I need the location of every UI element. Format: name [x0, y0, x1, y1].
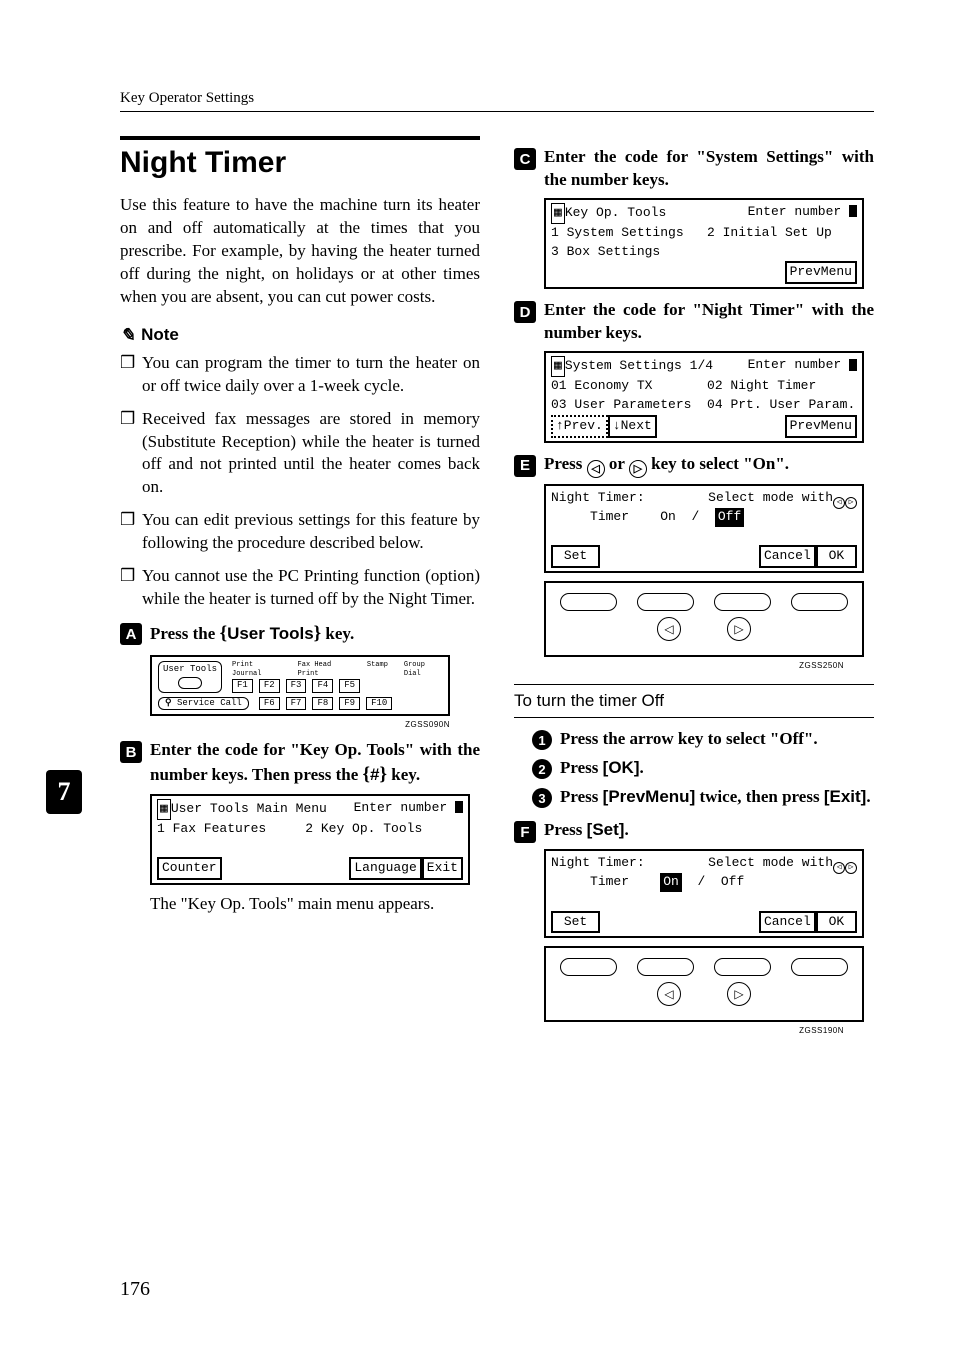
step-number-icon: F — [514, 821, 536, 843]
step-3: C Enter the code for "System Settings" w… — [514, 146, 874, 192]
chapter-tab: 7 — [46, 770, 82, 814]
step-4: D Enter the code for "Night Timer" with … — [514, 299, 874, 345]
note-list: You can program the timer to turn the he… — [120, 352, 480, 611]
intro-paragraph: Use this feature to have the machine tur… — [120, 194, 480, 309]
substep-2: 2 Press [OK]. — [532, 757, 874, 780]
page-number: 176 — [120, 1278, 150, 1301]
step-text: Press ◁ or ▷ key to select "On". — [544, 453, 874, 478]
illustration-code: ZGSS090N — [120, 720, 450, 729]
left-arrow-icon: ◁ — [587, 460, 605, 478]
note-item: Received fax messages are stored in memo… — [120, 408, 480, 500]
substep-number-icon: 2 — [532, 759, 552, 779]
section-title: Night Timer — [120, 136, 480, 180]
left-arrow-icon: ◁ — [657, 982, 681, 1006]
note-item: You can edit previous settings for this … — [120, 509, 480, 555]
right-arrow-icon: ▷ — [629, 460, 647, 478]
page-header: Key Operator Settings — [120, 90, 874, 112]
note-item: You cannot use the PC Printing function … — [120, 565, 480, 611]
right-column: C Enter the code for "System Settings" w… — [514, 136, 874, 1045]
substep-text: Press [PrevMenu] twice, then press [Exit… — [560, 786, 874, 809]
step-6: F Press [Set]. — [514, 819, 874, 843]
arrow-keypad-illustration: ◁▷ — [544, 946, 864, 1022]
substep-text: Press [OK]. — [560, 757, 874, 780]
step-text: Enter the code for "Key Op. Tools" with … — [150, 739, 480, 788]
pencil-icon: ✎ — [120, 325, 135, 346]
sub-heading: To turn the timer Off — [514, 684, 874, 718]
step-1: A Press the {User Tools} key. — [120, 621, 480, 647]
illustration-code: ZGSS250N — [514, 661, 844, 670]
step-number-icon: D — [514, 301, 536, 323]
lcd-screen-night-timer-off: Night Timer:Select mode with◁▷ Timer On … — [544, 484, 864, 573]
step-text: Enter the code for "System Settings" wit… — [544, 146, 874, 192]
substep-text: Press the arrow key to select "Off". — [560, 728, 874, 751]
illustration-code: ZGSS190N — [514, 1026, 844, 1035]
substep-3: 3 Press [PrevMenu] twice, then press [Ex… — [532, 786, 874, 809]
substep-number-icon: 1 — [532, 730, 552, 750]
arrow-keypad-illustration: ◁▷ — [544, 581, 864, 657]
step-number-icon: B — [120, 741, 142, 763]
result-text: The "Key Op. Tools" main menu appears. — [150, 893, 480, 916]
step-text: Enter the code for "Night Timer" with th… — [544, 299, 874, 345]
step-2: B Enter the code for "Key Op. Tools" wit… — [120, 739, 480, 788]
lcd-screen-user-tools-main: ▦User Tools Main MenuEnter number 1 Fax … — [150, 794, 470, 885]
lcd-screen-night-timer-on: Night Timer:Select mode with◁▷ Timer On … — [544, 849, 864, 938]
note-item: You can program the timer to turn the he… — [120, 352, 480, 398]
lcd-screen-system-settings: ▦System Settings 1/4Enter number 01 Econ… — [544, 351, 864, 442]
user-tools-panel-illustration: User Tools Print JournalFax Head PrintSt… — [150, 655, 450, 717]
step-number-icon: C — [514, 148, 536, 170]
lcd-screen-key-op-tools: ▦Key Op. ToolsEnter number 1 System Sett… — [544, 198, 864, 289]
left-arrow-icon: ◁ — [657, 617, 681, 641]
step-5: E Press ◁ or ▷ key to select "On". — [514, 453, 874, 478]
right-arrow-icon: ▷ — [727, 617, 751, 641]
left-column: Night Timer Use this feature to have the… — [120, 136, 480, 1045]
substep-1: 1 Press the arrow key to select "Off". — [532, 728, 874, 751]
step-number-icon: A — [120, 623, 142, 645]
step-text: Press [Set]. — [544, 819, 874, 843]
right-arrow-icon: ▷ — [727, 982, 751, 1006]
step-number-icon: E — [514, 455, 536, 477]
note-label: Note — [141, 325, 179, 345]
step-text: Press the {User Tools} key. — [150, 621, 480, 647]
note-heading: ✎ Note — [120, 325, 480, 346]
substep-number-icon: 3 — [532, 788, 552, 808]
